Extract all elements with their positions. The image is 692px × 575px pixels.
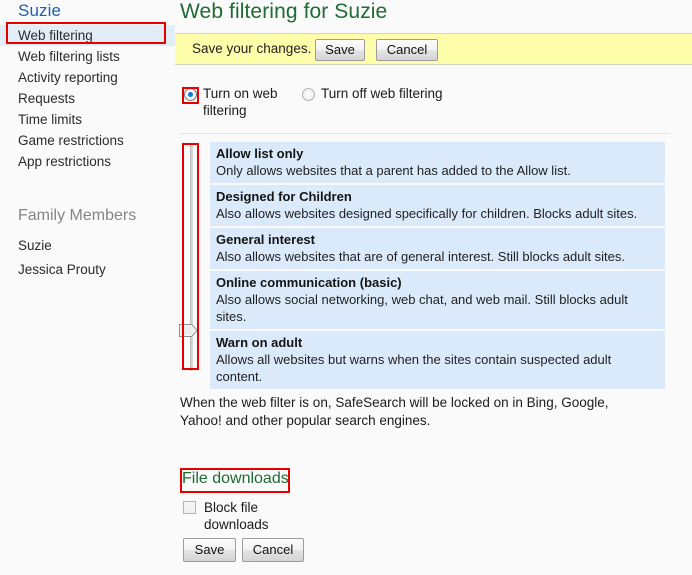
filter-level-name: General interest	[216, 232, 315, 247]
section-divider	[180, 133, 670, 134]
sidebar-item-web-filtering[interactable]: Web filtering	[0, 25, 175, 46]
filter-level-item-online-communication-basic[interactable]: Online communication (basic) Also allows…	[210, 271, 665, 331]
sidebar-item-time-limits[interactable]: Time limits	[0, 109, 175, 130]
radio-off-label: Turn off web filtering	[321, 86, 443, 101]
filter-level-list: Allow list only Only allows websites tha…	[210, 142, 665, 389]
filter-level-item-allow-list-only[interactable]: Allow list only Only allows websites tha…	[210, 142, 665, 185]
cancel-button-bottom[interactable]: Cancel	[242, 538, 304, 562]
sidebar-nav-list: Web filtering Web filtering lists Activi…	[0, 25, 175, 172]
section-title-file-downloads: File downloads	[182, 470, 289, 487]
sidebar-group-title-family-members: Family Members	[18, 207, 137, 224]
sidebar-item-web-filtering-lists[interactable]: Web filtering lists	[0, 46, 175, 67]
save-button-bottom[interactable]: Save	[183, 538, 236, 562]
sidebar-member-suzie[interactable]: Suzie	[0, 234, 175, 258]
save-button-top[interactable]: Save	[315, 39, 365, 61]
sidebar-member-jessica-prouty[interactable]: Jessica Prouty	[0, 258, 175, 282]
sidebar-item-app-restrictions[interactable]: App restrictions	[0, 151, 175, 172]
save-changes-message: Save your changes.	[192, 41, 312, 56]
save-changes-bar: Save your changes. Save Cancel	[175, 33, 692, 65]
sidebar: Suzie Web filtering Web filtering lists …	[0, 0, 175, 575]
page-title: Web filtering for Suzie	[180, 0, 388, 23]
filter-level-area: Allow list only Only allows websites tha…	[175, 142, 692, 389]
sidebar-family-members-list: Suzie Jessica Prouty	[0, 234, 175, 282]
radio-on-indicator-icon	[184, 88, 197, 101]
block-file-downloads-label: Block file downloads	[204, 500, 269, 532]
filter-level-name: Allow list only	[216, 146, 304, 161]
radio-off-indicator-icon	[302, 88, 315, 101]
filter-level-description: Also allows websites designed specifical…	[216, 206, 638, 221]
filter-level-item-general-interest[interactable]: General interest Also allows websites th…	[210, 228, 665, 271]
filter-level-description: Also allows websites that are of general…	[216, 249, 625, 264]
filter-level-slider-thumb[interactable]	[179, 324, 198, 337]
sidebar-item-game-restrictions[interactable]: Game restrictions	[0, 130, 175, 151]
sidebar-user-title[interactable]: Suzie	[18, 1, 61, 21]
sidebar-item-requests[interactable]: Requests	[0, 88, 175, 109]
filter-level-item-designed-for-children[interactable]: Designed for Children Also allows websit…	[210, 185, 665, 228]
filter-level-name: Online communication (basic)	[216, 275, 402, 290]
safesearch-note: When the web filter is on, SafeSearch wi…	[180, 395, 609, 428]
sidebar-item-activity-reporting[interactable]: Activity reporting	[0, 67, 175, 88]
filter-level-name: Designed for Children	[216, 189, 352, 204]
web-filtering-toggle-group: Turn on web filtering Turn off web filte…	[175, 85, 692, 125]
filter-level-description: Allows all websites but warns when the s…	[216, 352, 612, 384]
main-content: Web filtering for Suzie Save your change…	[175, 0, 692, 575]
filter-level-item-warn-on-adult[interactable]: Warn on adult Allows all websites but wa…	[210, 331, 665, 389]
filter-level-name: Warn on adult	[216, 335, 303, 350]
filter-level-description: Only allows websites that a parent has a…	[216, 163, 571, 178]
filter-level-description: Also allows social networking, web chat,…	[216, 292, 628, 324]
checkbox-icon[interactable]	[183, 501, 196, 514]
radio-on-label: Turn on web filtering	[203, 86, 278, 118]
cancel-button-top[interactable]: Cancel	[376, 39, 438, 61]
